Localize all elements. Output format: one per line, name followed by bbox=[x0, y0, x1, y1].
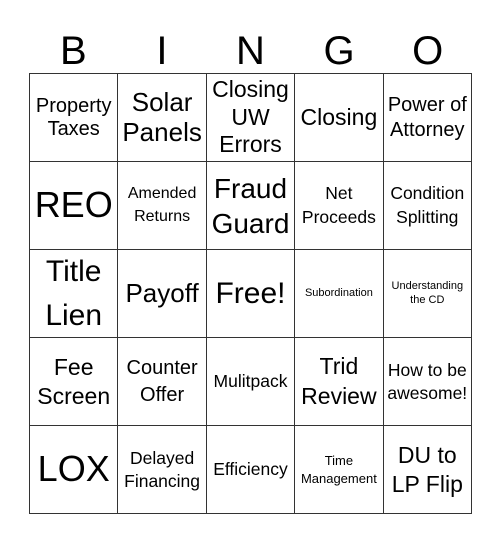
header-letter-g: G bbox=[323, 29, 355, 73]
cell-text: DU to LP Flip bbox=[391, 441, 463, 497]
bingo-cell[interactable]: Payoff bbox=[118, 250, 207, 338]
cell-text: Delayed Financing bbox=[124, 447, 201, 491]
bingo-cell[interactable]: Property Taxes bbox=[30, 74, 119, 162]
cell-text: Understanding the CD bbox=[391, 279, 464, 306]
cell-text: Closing UW Errors bbox=[212, 76, 289, 158]
bingo-header: B I N G O bbox=[29, 30, 472, 72]
bingo-cell[interactable]: How to be awesome! bbox=[383, 338, 472, 426]
cell-text: Subordination bbox=[304, 287, 373, 300]
cell-text: LOX bbox=[37, 448, 110, 490]
bingo-cell[interactable]: Solar Panels bbox=[118, 74, 207, 162]
cell-text: Mulitpack bbox=[213, 370, 288, 391]
bingo-cell[interactable]: Time Management bbox=[295, 426, 384, 514]
cell-text: Fraud Guard bbox=[211, 172, 290, 239]
cell-text: Free! bbox=[215, 276, 286, 310]
bingo-cell[interactable]: Power of Attorney bbox=[383, 74, 472, 162]
bingo-cell[interactable]: Fee Screen bbox=[30, 338, 119, 426]
bingo-cell[interactable]: Mulitpack bbox=[206, 338, 296, 426]
bingo-cell[interactable]: Condition Splitting bbox=[383, 162, 472, 250]
bingo-cell[interactable]: Closing bbox=[295, 74, 384, 162]
cell-text: Solar Panels bbox=[122, 87, 202, 147]
cell-text: Net Proceeds bbox=[301, 182, 376, 227]
bingo-cell[interactable]: LOX bbox=[30, 426, 119, 514]
cell-text: Payoff bbox=[125, 277, 199, 308]
cell-text: Title Lien bbox=[45, 255, 103, 332]
bingo-cell[interactable]: Net Proceeds bbox=[295, 162, 384, 250]
header-letter-n: N bbox=[236, 29, 265, 73]
header-letter-o: O bbox=[412, 29, 444, 73]
bingo-cell[interactable]: Efficiency bbox=[206, 426, 296, 514]
bingo-cell[interactable]: Fraud Guard bbox=[206, 162, 296, 250]
cell-text: REO bbox=[34, 184, 113, 226]
cell-text: Power of Attorney bbox=[387, 93, 467, 141]
bingo-cell[interactable]: Title Lien bbox=[30, 250, 119, 338]
bingo-cell[interactable]: REO bbox=[30, 162, 119, 250]
free-space[interactable]: Free! bbox=[206, 250, 296, 338]
cell-text: Condition Splitting bbox=[390, 182, 465, 227]
header-letter-i: I bbox=[156, 29, 168, 73]
cell-text: Fee Screen bbox=[37, 353, 111, 409]
cell-text: Efficiency bbox=[213, 458, 288, 479]
cell-text: Property Taxes bbox=[35, 95, 112, 140]
cell-text: Closing bbox=[300, 103, 378, 130]
cell-text: Trid Review bbox=[301, 352, 377, 409]
bingo-grid: Property Taxes Solar Panels Closing UW E… bbox=[29, 73, 472, 514]
header-letter-b: B bbox=[59, 29, 87, 73]
cell-text: Amended Returns bbox=[127, 185, 197, 225]
bingo-cell[interactable]: Closing UW Errors bbox=[206, 74, 296, 162]
bingo-cell[interactable]: Delayed Financing bbox=[118, 426, 207, 514]
bingo-cell[interactable]: Trid Review bbox=[295, 338, 384, 426]
bingo-cell[interactable]: Amended Returns bbox=[118, 162, 207, 250]
bingo-cell[interactable]: Subordination bbox=[295, 250, 384, 338]
bingo-cell[interactable]: Understanding the CD bbox=[383, 250, 472, 338]
bingo-cell[interactable]: DU to LP Flip bbox=[383, 426, 472, 514]
cell-text: How to be awesome! bbox=[387, 359, 468, 403]
cell-text: Time Management bbox=[300, 452, 377, 486]
bingo-cell[interactable]: Counter Offer bbox=[118, 338, 207, 426]
cell-text: Counter Offer bbox=[126, 356, 198, 406]
